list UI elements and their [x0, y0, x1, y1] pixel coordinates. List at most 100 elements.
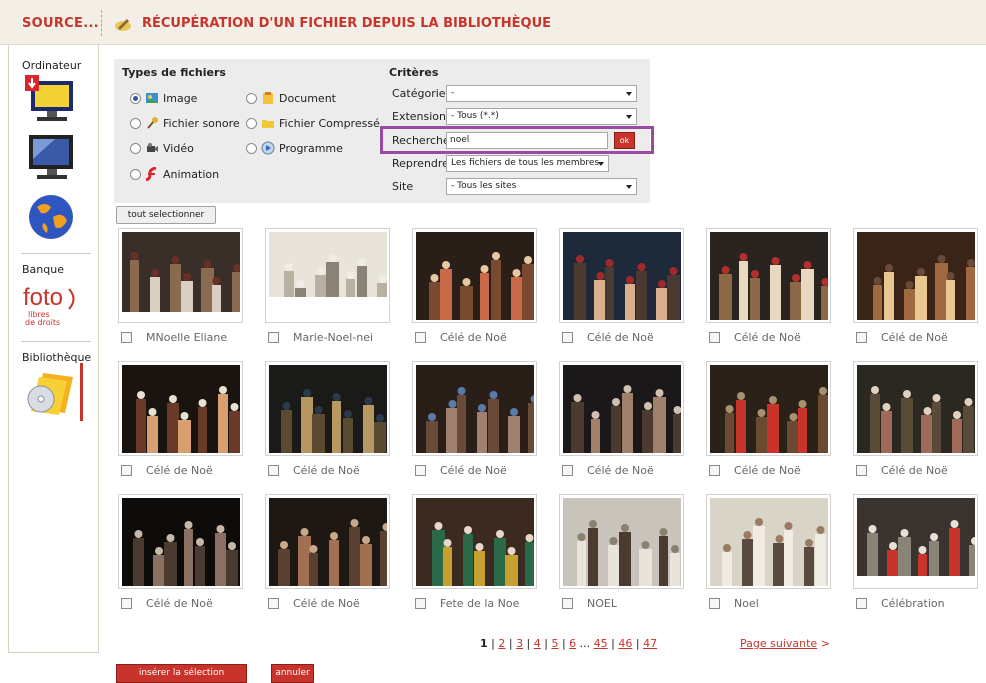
image-select-checkbox[interactable] — [562, 465, 573, 476]
image-caption: Fete de la Noe — [440, 597, 520, 610]
photo-placeholder — [857, 498, 975, 576]
image-caption: Marie-Noel-nei — [293, 331, 374, 344]
image-select-checkbox[interactable] — [268, 598, 279, 609]
image-caption-row: Marie-Noel-nei — [268, 331, 373, 344]
image-select-checkbox[interactable] — [121, 465, 132, 476]
type-option-program[interactable]: Programme — [246, 141, 343, 155]
image-thumbnail[interactable] — [853, 228, 978, 323]
page-link[interactable]: 47 — [643, 637, 657, 650]
category-select[interactable]: - — [446, 85, 637, 102]
image-thumbnail[interactable] — [265, 361, 390, 456]
reprendre-label: Reprendre — [392, 157, 449, 170]
image-select-checkbox[interactable] — [268, 332, 279, 343]
insert-selection-button[interactable]: insérer la sélection — [116, 664, 247, 683]
image-select-checkbox[interactable] — [415, 598, 426, 609]
globe-icon[interactable] — [27, 193, 75, 241]
type-label-image: Image — [163, 91, 198, 105]
cancel-button[interactable]: annuler — [271, 664, 314, 683]
image-select-checkbox[interactable] — [562, 598, 573, 609]
computer-upload-icon[interactable] — [25, 75, 77, 127]
extension-select[interactable]: - Tous (*.*) — [446, 108, 637, 125]
image-thumbnail[interactable] — [853, 494, 978, 589]
foto-logo-sub2: de droits — [25, 318, 61, 327]
type-option-image[interactable]: Image — [130, 91, 197, 105]
type-label-sound: Fichier sonore — [163, 116, 240, 130]
radio-sound[interactable] — [130, 117, 141, 129]
image-select-checkbox[interactable] — [709, 332, 720, 343]
page-link[interactable]: 45 — [594, 637, 608, 650]
page-link[interactable]: 6 — [569, 637, 576, 650]
radio-image[interactable] — [130, 92, 141, 104]
type-label-program: Programme — [279, 141, 343, 155]
next-page-link[interactable]: Page suivante > — [740, 637, 830, 650]
image-select-checkbox[interactable] — [415, 465, 426, 476]
image-thumbnail[interactable] — [706, 494, 831, 589]
image-thumbnail[interactable] — [559, 494, 684, 589]
image-caption-row: Fete de la Noe — [415, 597, 519, 610]
image-select-checkbox[interactable] — [856, 598, 867, 609]
type-option-animation[interactable]: Animation — [130, 167, 219, 181]
type-option-document[interactable]: Document — [246, 91, 336, 105]
select-all-button[interactable]: tout selectionner — [116, 206, 216, 224]
foto-logo[interactable]: foto libres de droits — [23, 285, 87, 329]
image-thumbnail[interactable] — [118, 494, 243, 589]
image-thumbnail[interactable] — [706, 228, 831, 323]
image-thumbnail[interactable] — [265, 494, 390, 589]
source-title[interactable]: SOURCE... — [22, 16, 99, 31]
image-select-checkbox[interactable] — [562, 332, 573, 343]
page-link[interactable]: 3 — [516, 637, 523, 650]
image-thumbnail[interactable] — [412, 361, 537, 456]
image-select-checkbox[interactable] — [415, 332, 426, 343]
image-thumbnail[interactable] — [265, 228, 390, 323]
library-folder-icon[interactable] — [25, 369, 77, 417]
image-caption: Noel — [734, 597, 759, 610]
image-select-checkbox[interactable] — [268, 465, 279, 476]
image-caption-row: Célé de Noë — [415, 464, 507, 477]
radio-document[interactable] — [246, 92, 257, 104]
next-page-label[interactable]: Page suivante — [740, 637, 817, 650]
radio-animation[interactable] — [130, 168, 141, 180]
radio-compressed[interactable] — [246, 117, 257, 129]
image-caption: Célé de Noë — [293, 464, 360, 477]
photo-placeholder — [416, 498, 534, 586]
type-option-sound[interactable]: Fichier sonore — [130, 116, 240, 130]
image-caption-row: Célé de Noë — [121, 464, 213, 477]
radio-video[interactable] — [130, 142, 141, 154]
monitor-icon[interactable] — [25, 133, 77, 185]
image-select-checkbox[interactable] — [709, 598, 720, 609]
page-link[interactable]: 46 — [618, 637, 632, 650]
image-thumbnail[interactable] — [118, 228, 243, 323]
active-source-indicator — [80, 363, 83, 421]
image-select-checkbox[interactable] — [856, 332, 867, 343]
image-thumbnail[interactable] — [559, 361, 684, 456]
image-select-checkbox[interactable] — [856, 465, 867, 476]
page-title: RÉCUPÉRATION D'UN FICHIER DEPUIS LA BIBL… — [142, 16, 552, 31]
page-link[interactable]: 2 — [498, 637, 505, 650]
image-thumbnail[interactable] — [412, 494, 537, 589]
image-caption: NOEL — [587, 597, 617, 610]
reprendre-select[interactable]: Les fichiers de tous les membres — [446, 155, 609, 172]
folder-icon — [262, 120, 274, 128]
flash-icon — [145, 167, 157, 181]
photo-placeholder — [269, 365, 387, 453]
image-caption: Célé de Noë — [440, 464, 507, 477]
image-thumbnail[interactable] — [853, 361, 978, 456]
site-select[interactable]: - Tous les sites — [446, 178, 637, 195]
page-link[interactable]: 4 — [534, 637, 541, 650]
image-select-checkbox[interactable] — [709, 465, 720, 476]
type-option-compressed[interactable]: Fichier Compressé — [246, 116, 380, 130]
image-thumbnail[interactable] — [706, 361, 831, 456]
image-select-checkbox[interactable] — [121, 332, 132, 343]
page-link[interactable]: 5 — [551, 637, 558, 650]
image-thumbnail[interactable] — [412, 228, 537, 323]
chevron-down-icon — [598, 162, 604, 166]
extension-value: - Tous (*.*) — [451, 111, 499, 121]
image-thumbnail[interactable] — [118, 361, 243, 456]
image-caption: Célé de Noë — [734, 331, 801, 344]
pagination: 1 | 2 | 3 | 4 | 5 | 6 ... 45 | 46 | 47 — [480, 637, 658, 650]
type-option-video[interactable]: Vidéo — [130, 141, 194, 155]
image-select-checkbox[interactable] — [121, 598, 132, 609]
photo-placeholder — [710, 498, 828, 586]
radio-program[interactable] — [246, 142, 257, 154]
image-thumbnail[interactable] — [559, 228, 684, 323]
